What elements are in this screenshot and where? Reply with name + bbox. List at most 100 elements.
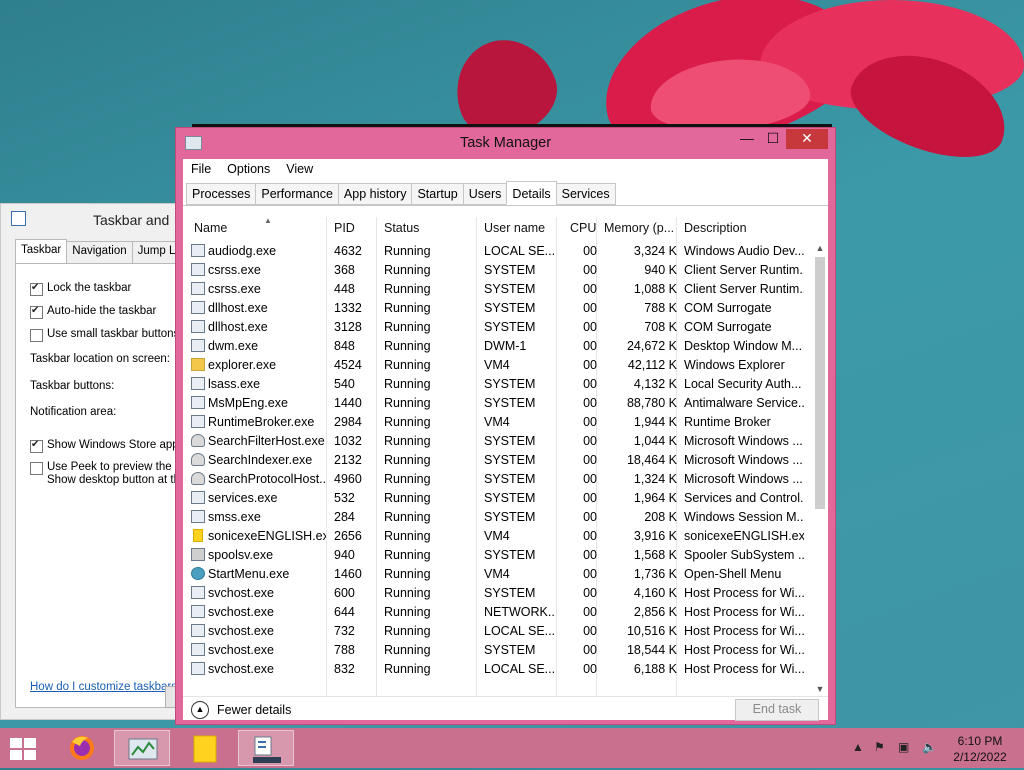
scroll-thumb[interactable] bbox=[815, 257, 825, 509]
column-header-pid[interactable]: PID bbox=[334, 221, 355, 235]
taskbar-properties-titlebar[interactable]: Taskbar and bbox=[1, 204, 179, 234]
small-buttons-checkbox[interactable] bbox=[30, 329, 43, 342]
flag-icon[interactable]: ⚑ bbox=[874, 740, 885, 754]
table-row[interactable]: svchost.exe 832 Running LOCAL SE... 00 6,188 … bbox=[183, 659, 813, 678]
printer-icon bbox=[191, 548, 205, 561]
table-row[interactable]: svchost.exe 732 Running LOCAL SE... 00 10,516… bbox=[183, 621, 813, 640]
task-manager-taskbar-icon[interactable] bbox=[114, 730, 170, 766]
process-memory: 208 K bbox=[644, 510, 677, 524]
process-memory: 4,160 K bbox=[633, 586, 677, 600]
tab-details[interactable]: Details bbox=[506, 181, 557, 205]
small-buttons-option[interactable]: Use small taskbar buttons bbox=[30, 328, 179, 342]
column-header-description[interactable]: Description bbox=[684, 221, 747, 235]
column-header-status[interactable]: Status bbox=[384, 221, 419, 235]
table-row[interactable]: dwm.exe 848 Running DWM-1 00 24,672 K Desktop … bbox=[183, 336, 813, 355]
process-memory: 1,944 K bbox=[633, 415, 677, 429]
tab-navigation[interactable]: Navigation bbox=[66, 241, 133, 263]
scroll-up-icon[interactable]: ▲ bbox=[813, 241, 827, 255]
tab-services[interactable]: Services bbox=[555, 183, 616, 205]
globe-icon bbox=[191, 567, 205, 580]
lock-taskbar-option[interactable]: Lock the taskbar bbox=[30, 282, 131, 296]
tab-performance[interactable]: Performance bbox=[255, 183, 339, 205]
process-name: explorer.exe bbox=[208, 358, 277, 372]
table-row[interactable]: explorer.exe 4524 Running VM4 00 42,112 K Wind… bbox=[183, 355, 813, 374]
store-apps-checkbox[interactable] bbox=[30, 439, 43, 453]
scroll-down-icon[interactable]: ▼ bbox=[813, 682, 827, 696]
table-row[interactable]: sonicexeENGLISH.exe 2656 Running VM4 00 3,916… bbox=[183, 526, 813, 545]
fewer-details-button[interactable]: ▲ Fewer details bbox=[191, 701, 291, 719]
vertical-scrollbar[interactable]: ▲ ▼ bbox=[813, 241, 827, 696]
menu-view[interactable]: View bbox=[278, 159, 321, 181]
minimize-button[interactable]: — bbox=[734, 129, 760, 149]
menu-options[interactable]: Options bbox=[219, 159, 278, 181]
table-row[interactable]: audiodg.exe 4632 Running LOCAL SE... 00 3,324… bbox=[183, 241, 813, 260]
column-header-name[interactable]: ▲ Name bbox=[194, 217, 272, 235]
exe-icon bbox=[191, 244, 205, 257]
tab-app-history[interactable]: App history bbox=[337, 183, 413, 205]
table-row[interactable]: dllhost.exe 1332 Running SYSTEM 00 788 K COM S… bbox=[183, 298, 813, 317]
table-row[interactable]: smss.exe 284 Running SYSTEM 00 208 K Windows S… bbox=[183, 507, 813, 526]
windows-start-icon[interactable] bbox=[10, 738, 38, 760]
peek-checkbox[interactable] bbox=[30, 462, 43, 475]
task-manager-window[interactable]: Task Manager — ☐ ✕ File Options View Pro… bbox=[175, 127, 836, 725]
volume-icon[interactable]: 🔈 bbox=[922, 740, 937, 754]
table-row[interactable]: RuntimeBroker.exe 2984 Running VM4 00 1,944 K… bbox=[183, 412, 813, 431]
help-link[interactable]: How do I customize taskbars? bbox=[30, 681, 183, 693]
process-user: SYSTEM bbox=[484, 301, 536, 315]
end-task-button[interactable]: End task bbox=[735, 699, 819, 721]
table-row[interactable]: lsass.exe 540 Running SYSTEM 00 4,132 K Local … bbox=[183, 374, 813, 393]
show-hidden-icons-icon[interactable]: ▲ bbox=[852, 740, 864, 754]
column-header-memory[interactable]: Memory (p... bbox=[604, 221, 674, 235]
process-description: Antimalware Service... bbox=[684, 396, 804, 410]
table-row[interactable]: svchost.exe 600 Running SYSTEM 00 4,160 K Host… bbox=[183, 583, 813, 602]
process-memory: 18,544 K bbox=[626, 643, 677, 657]
process-pid: 4524 bbox=[334, 358, 362, 372]
table-row[interactable]: spoolsv.exe 940 Running SYSTEM 00 1,568 K Spoo… bbox=[183, 545, 813, 564]
tab-processes[interactable]: Processes bbox=[186, 183, 257, 205]
process-user: SYSTEM bbox=[484, 491, 536, 505]
table-row[interactable]: svchost.exe 788 Running SYSTEM 00 18,544 K Hos… bbox=[183, 640, 813, 659]
process-cpu: 00 bbox=[583, 510, 597, 524]
auto-hide-option[interactable]: Auto-hide the taskbar bbox=[30, 305, 156, 319]
lock-taskbar-checkbox[interactable] bbox=[30, 282, 43, 296]
taskbar-properties-window[interactable]: Taskbar and Taskbar Navigation Jump Lis … bbox=[0, 203, 190, 720]
tab-startup[interactable]: Startup bbox=[411, 183, 464, 205]
table-row[interactable]: SearchIndexer.exe 2132 Running SYSTEM 00 18,4… bbox=[183, 450, 813, 469]
maximize-button[interactable]: ☐ bbox=[760, 129, 786, 149]
task-manager-titlebar[interactable]: Task Manager — ☐ ✕ bbox=[176, 128, 835, 158]
tab-users[interactable]: Users bbox=[462, 183, 508, 205]
table-row[interactable]: SearchProtocolHost.... 4960 Running SYSTEM 0… bbox=[183, 469, 813, 488]
notification-label: Notification area: bbox=[30, 406, 117, 418]
process-user: VM4 bbox=[484, 567, 510, 581]
taskbar-properties-taskbar-icon[interactable] bbox=[238, 730, 294, 766]
store-apps-option[interactable]: Show Windows Store apps bbox=[30, 439, 184, 453]
table-row[interactable]: csrss.exe 448 Running SYSTEM 00 1,088 K Client… bbox=[183, 279, 813, 298]
process-cpu: 00 bbox=[583, 377, 597, 391]
table-row[interactable]: services.exe 532 Running SYSTEM 00 1,964 K Ser… bbox=[183, 488, 813, 507]
peek-option[interactable]: Use Peek to preview the de Show desktop … bbox=[30, 461, 188, 487]
firefox-icon[interactable] bbox=[54, 730, 110, 766]
process-pid: 3128 bbox=[334, 320, 362, 334]
table-row[interactable]: csrss.exe 368 Running SYSTEM 00 940 K Client S… bbox=[183, 260, 813, 279]
menu-file[interactable]: File bbox=[183, 159, 219, 181]
table-row[interactable]: MsMpEng.exe 1440 Running SYSTEM 00 88,780 K An… bbox=[183, 393, 813, 412]
network-icon[interactable]: ▣ bbox=[898, 740, 909, 754]
clock[interactable]: 6:10 PM 2/12/2022 bbox=[940, 733, 1020, 765]
process-cpu: 00 bbox=[583, 263, 597, 277]
table-row[interactable]: dllhost.exe 3128 Running SYSTEM 00 708 K COM S… bbox=[183, 317, 813, 336]
table-row[interactable]: SearchFilterHost.exe 1032 Running SYSTEM 00 1… bbox=[183, 431, 813, 450]
auto-hide-checkbox[interactable] bbox=[30, 305, 43, 319]
folder-icon[interactable] bbox=[176, 730, 232, 766]
process-status: Running bbox=[384, 244, 431, 258]
column-header-user[interactable]: User name bbox=[484, 221, 545, 235]
process-name: lsass.exe bbox=[208, 377, 261, 391]
close-button[interactable]: ✕ bbox=[786, 129, 828, 149]
process-description: Windows Explorer bbox=[684, 358, 785, 372]
process-pid: 540 bbox=[334, 377, 355, 391]
column-header-cpu[interactable]: CPU bbox=[570, 221, 596, 235]
table-row[interactable]: StartMenu.exe 1460 Running VM4 00 1,736 K Open… bbox=[183, 564, 813, 583]
process-name: RuntimeBroker.exe bbox=[208, 415, 315, 429]
table-row[interactable]: svchost.exe 644 Running NETWORK... 00 2,856 K… bbox=[183, 602, 813, 621]
process-pid: 1440 bbox=[334, 396, 362, 410]
tab-taskbar[interactable]: Taskbar bbox=[15, 239, 68, 263]
